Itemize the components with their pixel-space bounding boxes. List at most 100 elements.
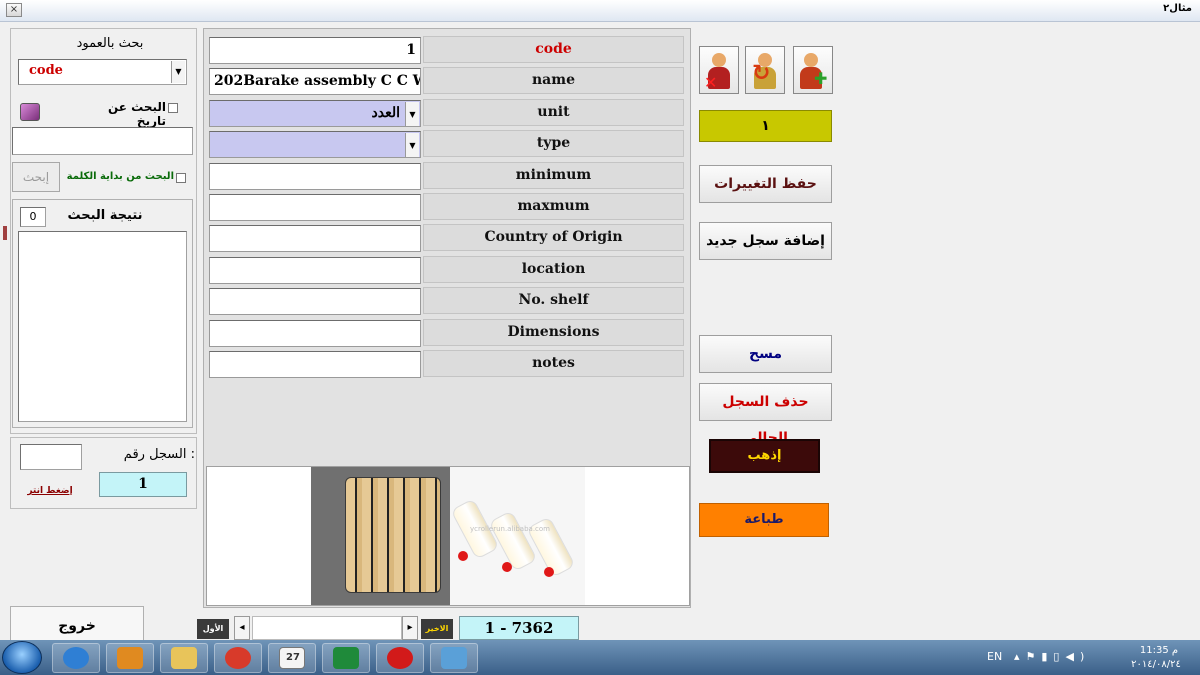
minimum-label: minimum — [423, 162, 684, 189]
media-player-taskbar-button[interactable] — [106, 643, 154, 673]
search-button[interactable]: إبحث — [12, 162, 60, 192]
add-user-icon[interactable]: ✚ — [793, 46, 833, 94]
roller-cap-3 — [544, 567, 554, 577]
type-label: type — [423, 130, 684, 157]
close-button[interactable]: × — [6, 3, 22, 17]
notes-field[interactable] — [209, 351, 421, 378]
results-count: 0 — [20, 207, 46, 227]
refresh-arrows: ↻ — [752, 61, 771, 86]
notes-label: notes — [423, 350, 684, 377]
roller-bundle — [345, 477, 441, 593]
calendar-taskbar-button[interactable]: 27 — [268, 643, 316, 673]
start-of-word-checkbox[interactable] — [176, 173, 186, 183]
location-label: location — [423, 256, 684, 283]
location-field[interactable] — [209, 257, 421, 284]
next-record-button[interactable]: ▸ — [402, 616, 418, 640]
paint-taskbar-button[interactable] — [430, 643, 478, 673]
save-changes-button[interactable]: حفظ التغييرات — [699, 165, 832, 203]
start-orb-icon[interactable] — [2, 641, 42, 674]
last-record-button[interactable]: الاخير — [421, 619, 453, 639]
dimensions-field[interactable] — [209, 320, 421, 347]
chevron-left-icon: ◂ — [239, 622, 245, 633]
record-scrollbar[interactable] — [252, 616, 402, 640]
add-record-button[interactable]: إضافة سجل جديد — [699, 222, 832, 260]
chevron-down-icon[interactable]: ▼ — [405, 102, 419, 126]
column-select[interactable]: code ▼ — [18, 59, 187, 85]
date-search-input[interactable] — [12, 127, 193, 155]
internet-explorer-taskbar-button[interactable] — [52, 643, 100, 673]
search-by-column-label: بحث بالعمود — [76, 36, 144, 51]
record-range: 1 - 7362 — [459, 616, 579, 640]
first-record-button[interactable]: الأول — [197, 619, 229, 639]
start-of-word-label: البحث من بداية الكلمة — [66, 171, 174, 182]
code-value: 1 — [406, 42, 416, 58]
splitter-handle[interactable] — [3, 226, 7, 240]
tray-icons: ▴⚑▮▯◀) — [1014, 650, 1091, 663]
name-value: 202Barake assembly C C W — [214, 73, 421, 89]
unit-label: unit — [423, 99, 684, 126]
press-enter-link[interactable]: إضغط انتر — [22, 486, 78, 496]
record-number-label: السجل رقم : — [123, 447, 195, 462]
date-search-checkbox[interactable] — [168, 103, 178, 113]
product-photo — [311, 467, 450, 605]
record-number-display: 1 — [99, 472, 187, 497]
media-player-icon — [117, 647, 143, 669]
exit-button-label: خروج — [58, 618, 96, 634]
no-shelf-field[interactable] — [209, 288, 421, 315]
country-of-origin-field[interactable] — [209, 225, 421, 252]
column-select-value: code — [29, 63, 63, 78]
excel-icon — [333, 647, 359, 669]
go-button[interactable]: إذهب — [709, 439, 820, 473]
plus-mark: ✚ — [814, 69, 828, 88]
type-field[interactable]: ▼ — [209, 131, 421, 158]
search-button-label: إبحث — [22, 170, 50, 184]
unit-field[interactable]: العدد ▼ — [209, 100, 421, 127]
calendar-icon: 27 — [279, 647, 305, 669]
clear-label: مسح — [748, 346, 782, 362]
go-label: إذهب — [747, 448, 782, 463]
prev-record-button[interactable]: ◂ — [234, 616, 250, 640]
clock-date[interactable]: ٢٠١٤/٠٨/٢٤ — [1120, 659, 1192, 670]
refresh-user-icon[interactable]: ↻ — [745, 46, 785, 94]
opera-icon — [387, 647, 413, 669]
exit-button[interactable]: خروج — [10, 606, 144, 644]
x-mark: ✕ — [704, 73, 718, 92]
chrome-icon — [225, 647, 251, 669]
chevron-down-icon[interactable]: ▼ — [405, 133, 419, 157]
no-shelf-label: No. shelf — [423, 287, 684, 314]
results-list[interactable] — [18, 231, 187, 422]
print-button[interactable]: طباعة — [699, 503, 829, 537]
maxmum-field[interactable] — [209, 194, 421, 221]
paint-icon — [441, 647, 467, 669]
maxmum-label: maxmum — [423, 193, 684, 220]
chevron-down-icon[interactable]: ▼ — [171, 61, 185, 83]
minimum-field[interactable] — [209, 163, 421, 190]
user-head — [804, 53, 818, 67]
delete-record-button[interactable]: حذف السجل الحالي — [699, 383, 832, 446]
clear-button[interactable]: مسح — [699, 335, 832, 373]
excel-taskbar-button[interactable] — [322, 643, 370, 673]
record-number-input[interactable] — [20, 444, 82, 470]
window-title: مثال٢ — [1163, 3, 1192, 14]
country-of-origin-label: Country of Origin — [423, 224, 684, 251]
unit-value: العدد — [371, 105, 401, 121]
clock-time[interactable]: 11:35 م — [1126, 645, 1192, 656]
image-watermark: ycrollerun.alibaba.com — [470, 525, 550, 533]
file-explorer-taskbar-button[interactable] — [160, 643, 208, 673]
chrome-taskbar-button[interactable] — [214, 643, 262, 673]
record-indicator: ١ — [699, 110, 832, 142]
book-icon[interactable] — [20, 103, 40, 121]
opera-taskbar-button[interactable] — [376, 643, 424, 673]
first-record-label: الأول — [202, 624, 224, 633]
dimensions-label: Dimensions — [423, 319, 684, 346]
code-field[interactable]: 1 — [209, 37, 421, 64]
internet-explorer-icon — [63, 647, 89, 669]
last-record-label: الاخير — [425, 624, 449, 633]
name-label: name — [423, 67, 684, 94]
user-head — [712, 53, 726, 67]
language-indicator[interactable]: EN — [987, 650, 1002, 663]
name-field[interactable]: 202Barake assembly C C W — [209, 68, 421, 95]
roller-cap-1 — [458, 551, 468, 561]
delete-user-icon[interactable]: ✕ — [699, 46, 739, 94]
window-titlebar: × مثال٢ — [0, 0, 1200, 22]
